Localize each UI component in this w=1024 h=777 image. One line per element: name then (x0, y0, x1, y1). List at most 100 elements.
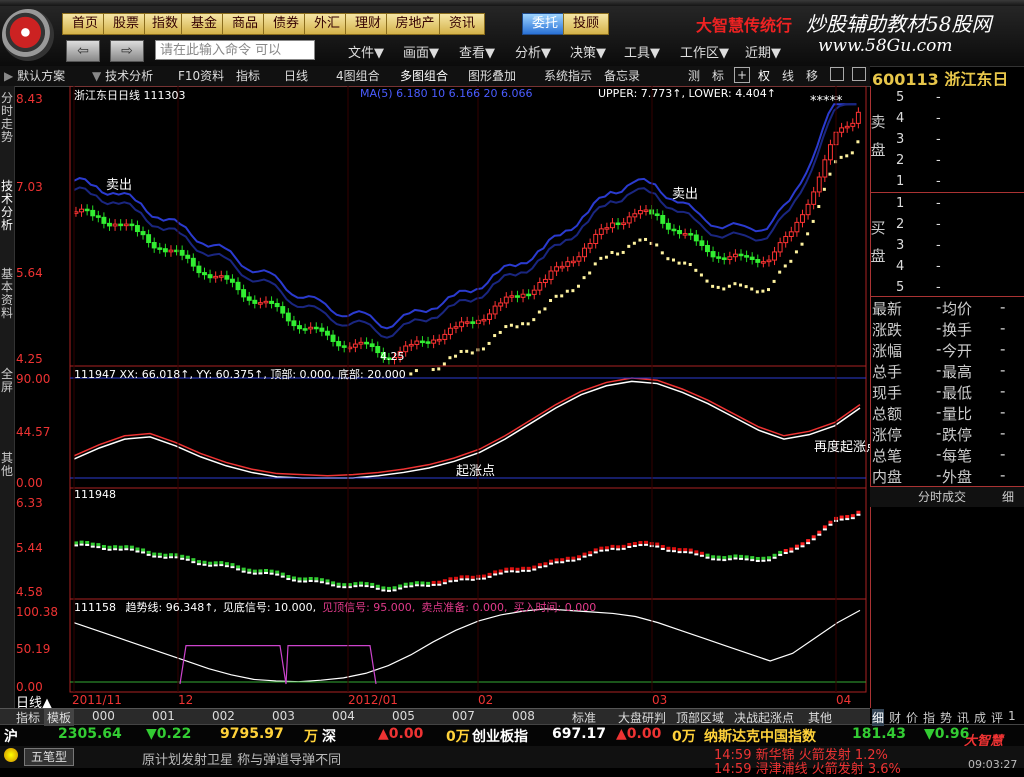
nav-index-button[interactable]: 指数 (144, 13, 186, 35)
menu-view-screen[interactable]: 画面▼ (403, 42, 439, 61)
ticker-sh-value[interactable]: 2305.64 (58, 726, 122, 742)
indicator-tab[interactable]: 大盘研判 (618, 709, 666, 726)
quote-tab[interactable]: 评 (991, 709, 1003, 726)
toolbar-indicator[interactable]: 指标 (236, 67, 260, 85)
nav-news-button[interactable]: 资讯 (439, 13, 485, 35)
toolbar-mark[interactable]: 标 (712, 67, 724, 85)
tab-basic-info[interactable]: 基本资料 (0, 268, 14, 320)
trend-dot (632, 241, 636, 245)
toolbar-system-indicator[interactable]: 系统指示 (544, 67, 592, 85)
candle (794, 221, 800, 233)
p3-dot (163, 553, 168, 557)
menu-workspace[interactable]: 工作区▼ (680, 42, 729, 61)
indicator-tab[interactable]: 003 (272, 709, 295, 723)
menu-analysis[interactable]: 分析▼ (515, 42, 551, 61)
candle (190, 257, 196, 267)
candle (129, 223, 135, 227)
indicator-tab[interactable]: 005 (392, 709, 415, 723)
ticker-nas-value[interactable]: 181.43 (852, 726, 906, 742)
candle (587, 242, 593, 249)
toolbar-tech-analysis[interactable]: ▼ 技术分析 (92, 67, 153, 85)
p1-bands: UPPER: 7.773↑, LOWER: 4.404↑ (598, 87, 776, 100)
p3-dot-outline (403, 585, 408, 588)
indicator-tab[interactable]: 007 (452, 709, 475, 723)
p3-dot (370, 582, 375, 586)
menu-tools[interactable]: 工具▼ (624, 42, 660, 61)
crosshair-icon[interactable]: + (734, 67, 750, 83)
nav-forex-button[interactable]: 外汇 (304, 13, 350, 35)
toolbar-4chart[interactable]: 4图组合 (336, 67, 380, 85)
menu-decision[interactable]: 决策▼ (570, 42, 606, 61)
toolbar-measure[interactable]: 测 (688, 67, 700, 85)
command-input[interactable]: 请在此输入命令 可以 (155, 40, 315, 60)
indicator-tab[interactable]: 其他 (808, 709, 832, 726)
toolbar-move[interactable]: 移 (806, 67, 818, 85)
candle (515, 295, 520, 298)
ime-mode[interactable]: 五笔型 (24, 748, 75, 766)
menu-recent[interactable]: 近期▼ (745, 42, 781, 61)
p4-title-part: 卖点准备: 0.000, (421, 601, 508, 614)
nav-commodity-button[interactable]: 商品 (222, 13, 268, 35)
p3-dot-outline (739, 557, 744, 560)
nav-advisor-button[interactable]: 投顾 (563, 13, 609, 35)
candle (241, 289, 247, 298)
quote-tab[interactable]: 细 (872, 709, 885, 726)
p3-dot-outline (124, 548, 129, 551)
toolbar-daily[interactable]: 日线 (284, 67, 308, 85)
nav-trade-button[interactable]: 委托 (522, 13, 568, 35)
quote-tab[interactable]: 势 (940, 709, 952, 726)
back-arrow-icon[interactable]: ⇦ (66, 40, 100, 62)
menu-view[interactable]: 查看▼ (459, 42, 495, 61)
indicator-tab[interactable]: 002 (212, 709, 235, 723)
indicator-tab[interactable]: 001 (152, 709, 175, 723)
quote-tab[interactable]: 价 (906, 709, 918, 726)
indicator-tab[interactable]: 000 (92, 709, 115, 723)
forward-arrow-icon[interactable]: ⇨ (110, 40, 144, 62)
p3-dot (465, 575, 470, 579)
toolbar-line[interactable]: 线 (782, 67, 794, 85)
indicator-tab[interactable]: 决战起涨点 (734, 709, 794, 726)
quote-tab[interactable]: 成 (974, 709, 986, 726)
nav-home-button[interactable]: 首页 (62, 13, 108, 35)
candle (593, 233, 599, 244)
ticker-cy-value[interactable]: 697.17 (552, 726, 606, 742)
nav-fund-button[interactable]: 基金 (181, 13, 227, 35)
tab-other[interactable]: 其他 (0, 452, 14, 478)
tab-fullscreen[interactable]: 全屏 (0, 368, 14, 394)
menu-file[interactable]: 文件▼ (348, 42, 384, 61)
quote-tab[interactable]: 讯 (957, 709, 969, 726)
ticker-nas-change: ▼0.96 (924, 726, 970, 742)
toolbar-default-scheme[interactable]: ▶ 默认方案 (4, 67, 65, 85)
toolbar-memo[interactable]: 备忘录 (604, 67, 640, 85)
toolbar-multichart[interactable]: 多图组合 (400, 67, 448, 85)
p3-dot (331, 581, 336, 585)
toolbar-rights[interactable]: 权 (758, 67, 770, 85)
trade-footer-detail[interactable]: 细 (1002, 488, 1014, 505)
ticker-nas-label: 纳斯达克中国指数 (704, 729, 816, 745)
nav-stock-button[interactable]: 股票 (103, 13, 149, 35)
ticker-sh-amount: 9795.97 (220, 726, 284, 742)
p3-dot (79, 540, 84, 544)
quote-tab[interactable]: 指 (923, 709, 935, 726)
nav-realestate-button[interactable]: 房地产 (386, 13, 444, 35)
window-icon[interactable] (830, 67, 844, 81)
app-logo-icon[interactable] (2, 9, 54, 61)
nav-finance-button[interactable]: 理财 (345, 13, 391, 35)
indicator-tab[interactable]: 指标 (16, 709, 40, 726)
close-panel-icon[interactable] (852, 67, 866, 81)
indicator-tab[interactable]: 顶部区域 (676, 709, 724, 726)
tab-intraday[interactable]: 分时走势 (0, 92, 14, 144)
indicator-tab[interactable]: 008 (512, 709, 535, 723)
indicator-tab[interactable]: 模板 (44, 709, 75, 726)
indicator-tab[interactable]: 004 (332, 709, 355, 723)
ime-icon[interactable] (4, 748, 18, 762)
toolbar-f10[interactable]: F10资料 (178, 67, 224, 85)
tab-tech-analysis[interactable]: 技术分析 (0, 180, 14, 232)
indicator-tab[interactable]: 标准 (572, 709, 596, 726)
candle (738, 253, 744, 257)
quote-tab[interactable]: 1 (1008, 709, 1016, 723)
p3-dot (750, 556, 755, 560)
toolbar-overlay[interactable]: 图形叠加 (468, 67, 516, 85)
quote-tab[interactable]: 财 (889, 709, 901, 726)
nav-bond-button[interactable]: 债券 (263, 13, 309, 35)
